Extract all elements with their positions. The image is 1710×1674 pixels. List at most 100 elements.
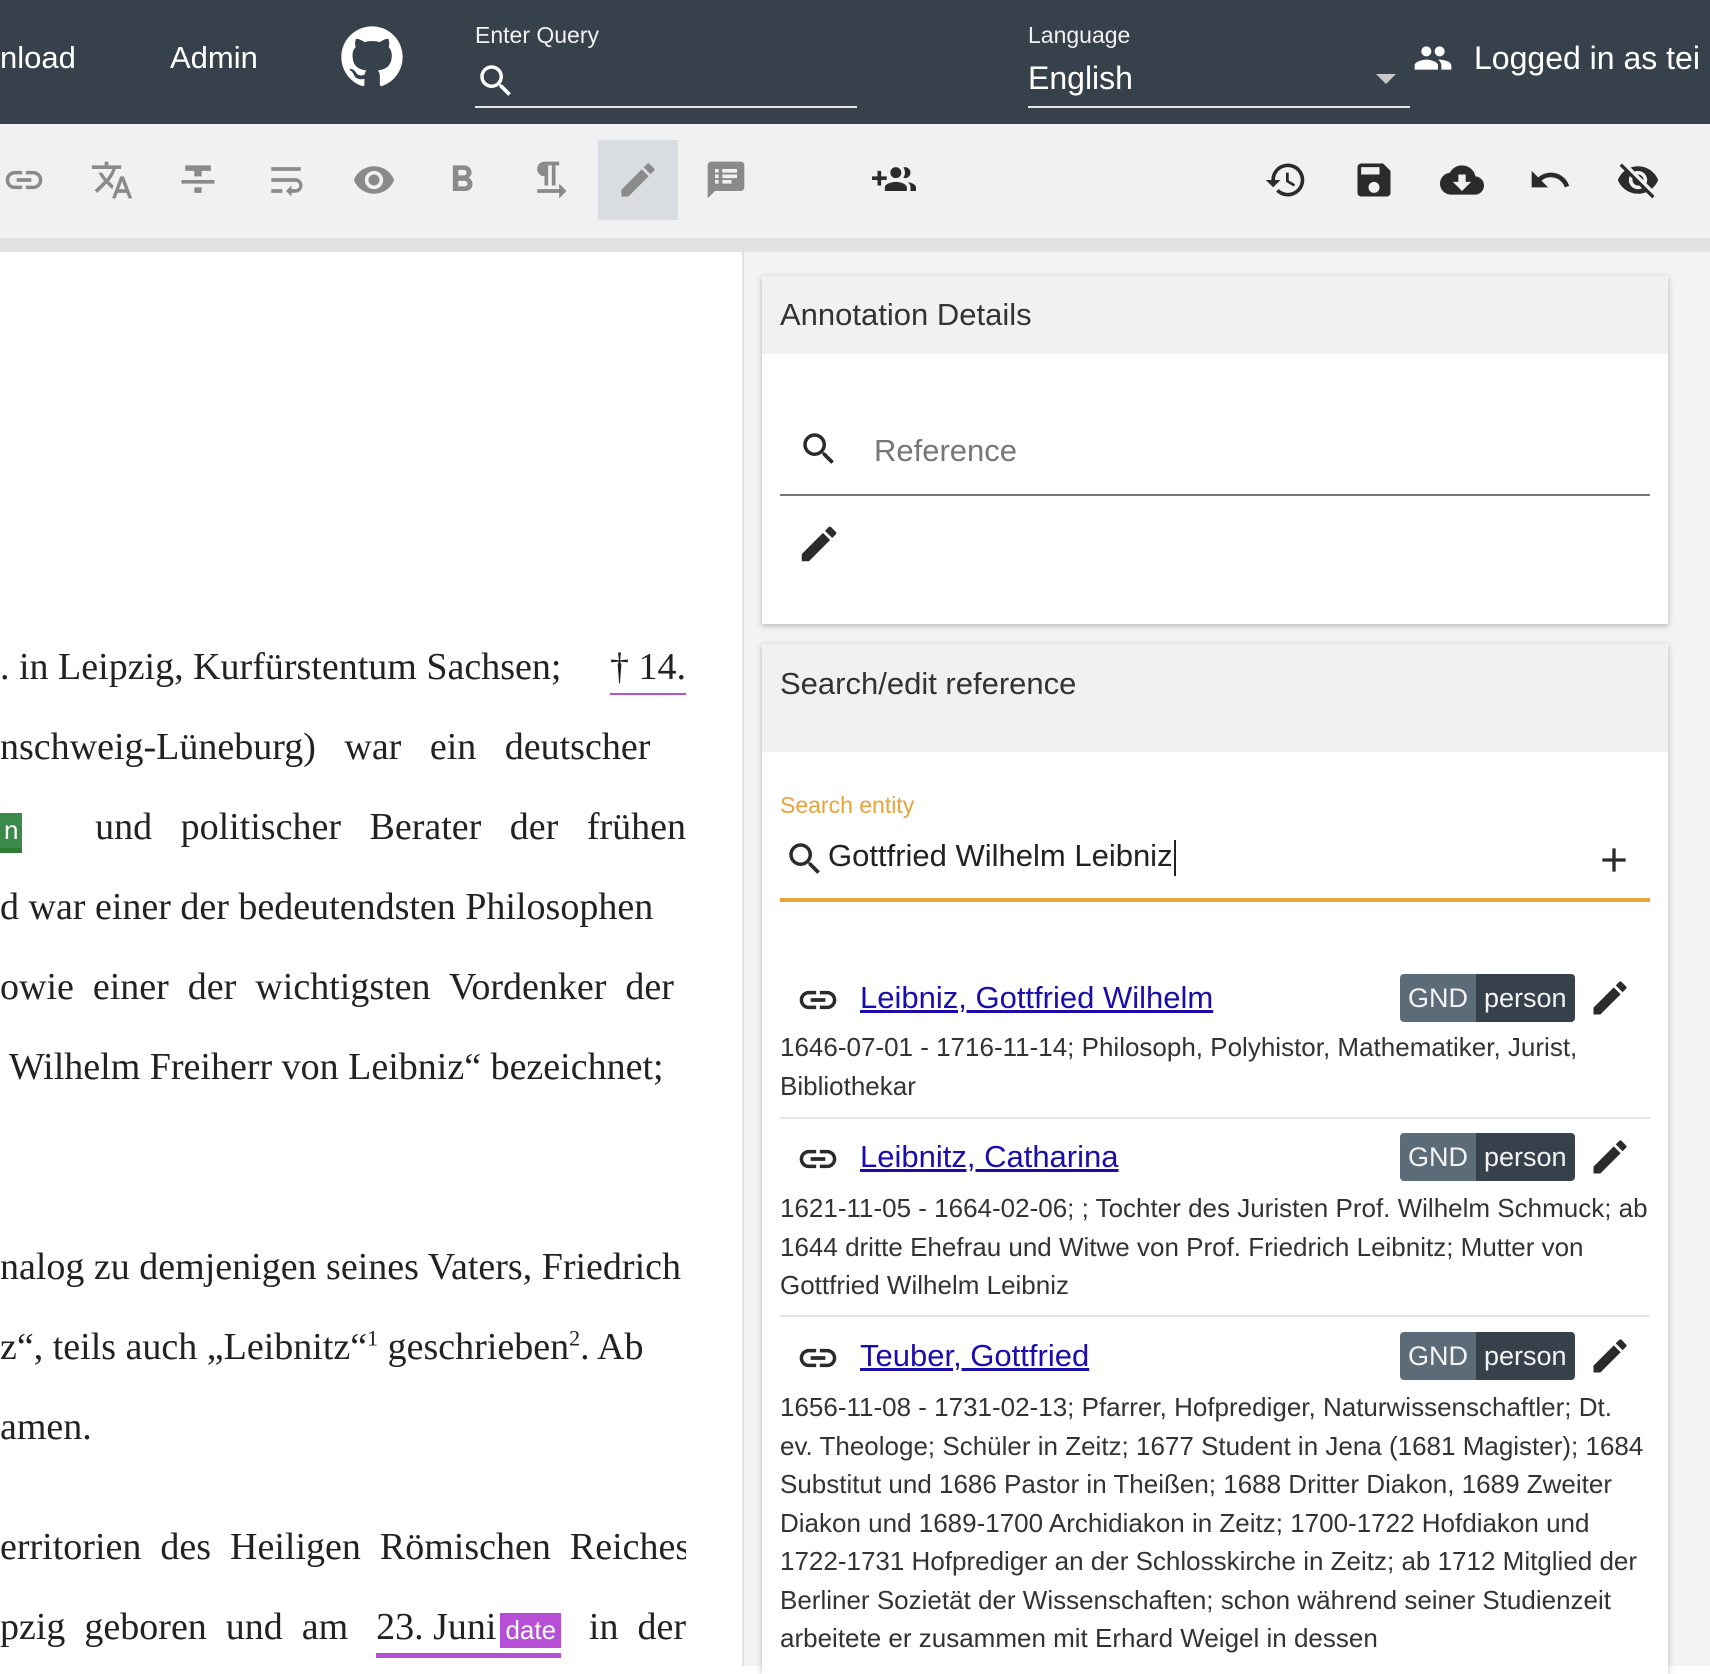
result-badge: GND person bbox=[1400, 1332, 1575, 1380]
footnote-marker[interactable]: 1 bbox=[367, 1325, 378, 1350]
link-icon bbox=[796, 1137, 840, 1181]
search-result-item: Leibniz, Gottfried Wilhelm GND person 16… bbox=[780, 966, 1650, 1101]
text-line: erritorien des Heiligen Römischen Reiche… bbox=[0, 1525, 686, 1575]
entity-annotation-tag[interactable]: n bbox=[0, 813, 23, 853]
source-badge: GND bbox=[1400, 974, 1476, 1022]
date-tag[interactable]: date bbox=[500, 1613, 562, 1648]
link-icon[interactable] bbox=[0, 140, 64, 220]
plus-icon[interactable] bbox=[1594, 840, 1634, 880]
cloud-download-icon[interactable] bbox=[1422, 140, 1502, 220]
text-span: erritorien des Heiligen Römischen Reiche… bbox=[0, 1526, 686, 1568]
result-header: Leibniz, Gottfried Wilhelm GND person bbox=[780, 966, 1650, 1030]
search-result-item: Leibnitz, Catharina GND person 1621-11-0… bbox=[780, 1125, 1650, 1300]
search-icon bbox=[784, 838, 826, 880]
pencil-icon[interactable] bbox=[598, 140, 678, 220]
hide-icon[interactable] bbox=[1598, 140, 1678, 220]
nav-admin-link[interactable]: Admin bbox=[170, 40, 258, 76]
language-value: English bbox=[1028, 60, 1133, 96]
github-icon[interactable] bbox=[340, 25, 404, 89]
result-description: 1621-11-05 - 1664-02-06; ; Tochter des J… bbox=[780, 1193, 1648, 1300]
text-span: nalog zu demjenigen seines Vaters, Fried… bbox=[0, 1246, 681, 1288]
text-line: pzig geboren und am 23. Juni date in der bbox=[0, 1605, 686, 1665]
footnote-marker[interactable]: 2 bbox=[569, 1325, 580, 1350]
text-line: nschweig-Lüneburg) war ein deutscher bbox=[0, 725, 686, 775]
annotation-sidebar: Annotation Details Search/edit reference… bbox=[742, 252, 1710, 1674]
users-icon bbox=[1410, 38, 1456, 78]
text-line: d war einer der bedeutendsten Philosophe… bbox=[0, 885, 686, 935]
type-badge: person bbox=[1476, 1332, 1575, 1380]
text-span: . in Leipzig, Kurfürstentum Sachsen; bbox=[0, 646, 562, 688]
result-header: Teuber, Gottfried GND person bbox=[780, 1324, 1650, 1388]
document-text-area[interactable]: . in Leipzig, Kurfürstentum Sachsen; † 1… bbox=[0, 252, 742, 1666]
source-badge: GND bbox=[1400, 1133, 1476, 1181]
result-title-link[interactable]: Leibnitz, Catharina bbox=[860, 1139, 1119, 1175]
search-icon bbox=[475, 60, 517, 102]
text-fragment: z“, teils auch „Leibnitz“ bbox=[0, 1326, 368, 1368]
result-description: 1646-07-01 - 1716-11-14; Philosoph, Poly… bbox=[780, 1032, 1578, 1101]
search-entity-field[interactable]: Gottfried Wilhelm Leibniz bbox=[780, 824, 1650, 902]
text-span: Wilhelm Freiherr von Leibniz“ bezeichnet… bbox=[0, 1046, 664, 1088]
reference-input[interactable] bbox=[872, 432, 1576, 470]
text-span: z“, teils auch „Leibnitz“1 geschrieben2.… bbox=[0, 1325, 643, 1369]
paragraph-icon[interactable] bbox=[510, 140, 590, 220]
text-line: . in Leipzig, Kurfürstentum Sachsen; † 1… bbox=[0, 645, 686, 695]
date-annotation[interactable]: 23. Juni date bbox=[376, 1605, 562, 1658]
date-annotation[interactable]: † 14. bbox=[610, 645, 686, 695]
type-badge: person bbox=[1476, 1133, 1575, 1181]
nav-download-link[interactable]: nload bbox=[0, 40, 76, 76]
search-entity-label: Search entity bbox=[780, 792, 915, 818]
text-span: und politischer Berater der frühen bbox=[95, 806, 686, 848]
history-icon[interactable] bbox=[1246, 140, 1326, 220]
pencil-icon[interactable] bbox=[1588, 1135, 1632, 1179]
text-fragment: geschrieben bbox=[378, 1326, 570, 1368]
divider bbox=[780, 1117, 1650, 1119]
text-line: z“, teils auch „Leibnitz“1 geschrieben2.… bbox=[0, 1325, 686, 1375]
text-cursor bbox=[1173, 839, 1176, 876]
pencil-icon[interactable] bbox=[1588, 1334, 1632, 1378]
result-description: 1656-11-08 - 1731-02-13; Pfarrer, Hofpre… bbox=[780, 1392, 1644, 1653]
top-navigation-bar: nload Admin Enter Query Language English… bbox=[0, 0, 1710, 124]
search-entity-value: Gottfried Wilhelm Leibniz bbox=[828, 838, 1173, 873]
editor-toolbar bbox=[0, 124, 1710, 252]
link-icon bbox=[796, 978, 840, 1022]
link-icon bbox=[796, 1336, 840, 1380]
save-icon[interactable] bbox=[1334, 140, 1414, 220]
undo-icon[interactable] bbox=[1510, 140, 1590, 220]
reference-field[interactable] bbox=[780, 416, 1650, 496]
search-icon bbox=[798, 428, 840, 470]
text-span: d war einer der bedeutendsten Philosophe… bbox=[0, 886, 654, 928]
result-title-link[interactable]: Teuber, Gottfried bbox=[860, 1338, 1089, 1374]
search-entity-input[interactable]: Gottfried Wilhelm Leibniz bbox=[828, 838, 1176, 876]
logged-in-user[interactable]: Logged in as tei bbox=[1474, 40, 1700, 77]
date-text: 23. Juni bbox=[376, 1606, 497, 1648]
result-title-link[interactable]: Leibniz, Gottfried Wilhelm bbox=[860, 980, 1213, 1016]
comment-list-icon[interactable] bbox=[686, 140, 766, 220]
source-badge: GND bbox=[1400, 1332, 1476, 1380]
text-span: in der bbox=[588, 1606, 686, 1648]
wrap-text-icon[interactable] bbox=[246, 140, 326, 220]
annotation-details-title: Annotation Details bbox=[762, 276, 1668, 354]
result-header: Leibnitz, Catharina GND person bbox=[780, 1125, 1650, 1189]
query-field[interactable]: Enter Query bbox=[475, 18, 857, 108]
eye-icon[interactable] bbox=[334, 140, 414, 220]
search-reference-card: Search/edit reference Search entity Gott… bbox=[762, 644, 1668, 1674]
bold-icon[interactable] bbox=[422, 140, 502, 220]
annotation-details-card: Annotation Details bbox=[762, 276, 1668, 624]
pencil-icon[interactable] bbox=[796, 521, 842, 567]
search-reference-title: Search/edit reference bbox=[762, 644, 1668, 752]
strikethrough-icon[interactable] bbox=[158, 140, 238, 220]
text-line: nalog zu demjenigen seines Vaters, Fried… bbox=[0, 1245, 686, 1295]
text-span: owie einer der wichtigsten Vordenker der bbox=[0, 966, 674, 1008]
text-line: owie einer der wichtigsten Vordenker der bbox=[0, 965, 686, 1015]
pencil-icon[interactable] bbox=[1588, 976, 1632, 1020]
text-span: amen. bbox=[0, 1406, 92, 1448]
language-select[interactable]: Language English bbox=[1028, 18, 1410, 108]
translate-icon[interactable] bbox=[72, 140, 152, 220]
result-badge: GND person bbox=[1400, 1133, 1575, 1181]
result-badge: GND person bbox=[1400, 974, 1575, 1022]
query-label: Enter Query bbox=[475, 22, 599, 48]
search-result-item: Teuber, Gottfried GND person 1656-11-08 … bbox=[780, 1324, 1650, 1653]
add-person-icon[interactable] bbox=[854, 140, 934, 220]
text-line: amen. bbox=[0, 1405, 686, 1455]
type-badge: person bbox=[1476, 974, 1575, 1022]
